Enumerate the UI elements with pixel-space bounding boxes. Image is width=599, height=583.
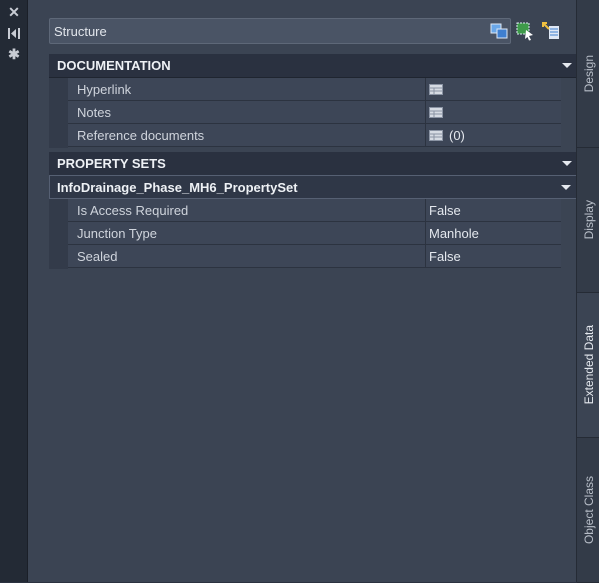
collapse-icon[interactable] <box>5 25 23 41</box>
property-name: Sealed <box>68 245 426 267</box>
row-indent <box>49 78 68 148</box>
palette-tabs: Design Display Extended Data Object Clas… <box>576 0 599 583</box>
gear-icon[interactable]: ✱ <box>5 46 23 62</box>
table-row[interactable]: Reference documents (0) <box>68 124 561 147</box>
tab-extended-data[interactable]: Extended Data <box>577 293 599 438</box>
property-name: Junction Type <box>68 222 426 244</box>
table-icon[interactable] <box>429 129 443 141</box>
property-value[interactable] <box>426 78 561 100</box>
property-value[interactable]: False <box>426 199 561 221</box>
property-set-name: InfoDrainage_Phase_MH6_PropertySet <box>57 179 298 195</box>
chevron-down-icon <box>562 63 572 68</box>
property-value[interactable]: (0) <box>426 124 561 146</box>
table-row[interactable]: Hyperlink <box>68 78 561 101</box>
section-title: DOCUMENTATION <box>57 58 171 73</box>
property-set-header[interactable]: InfoDrainage_Phase_MH6_PropertySet <box>49 175 581 199</box>
tab-label: Object Class <box>581 475 596 545</box>
table-row[interactable]: Sealed False <box>68 245 561 268</box>
select-objects-icon[interactable] <box>515 21 535 41</box>
chevron-down-icon <box>561 184 571 190</box>
documentation-section-header[interactable]: DOCUMENTATION <box>49 54 581 78</box>
property-value[interactable]: False <box>426 245 561 267</box>
palette-title-strip: ✕ ✱ <box>0 0 28 582</box>
property-value[interactable] <box>426 101 561 123</box>
property-name: Is Access Required <box>68 199 426 221</box>
quick-select-icon[interactable] <box>489 21 509 41</box>
tab-object-class[interactable]: Object Class <box>577 438 599 583</box>
chevron-down-icon <box>562 161 572 166</box>
tab-display[interactable]: Display <box>577 148 599 293</box>
property-value-text: (0) <box>449 127 465 143</box>
tab-design[interactable]: Design <box>577 0 599 148</box>
object-type-value: Structure <box>54 23 107 39</box>
property-name: Notes <box>68 101 426 123</box>
table-icon[interactable] <box>429 106 443 118</box>
pickadd-icon[interactable] <box>541 21 561 41</box>
table-row[interactable]: Is Access Required False <box>68 199 561 222</box>
table-icon[interactable] <box>429 83 443 95</box>
tab-label: Display <box>581 200 596 240</box>
table-row[interactable]: Notes <box>68 101 561 124</box>
property-name: Hyperlink <box>68 78 426 100</box>
section-title: PROPERTY SETS <box>57 156 166 171</box>
table-row[interactable]: Junction Type Manhole <box>68 222 561 245</box>
tab-label: Extended Data <box>581 325 596 405</box>
tab-label: Design <box>581 54 596 93</box>
close-icon[interactable]: ✕ <box>5 4 23 20</box>
property-sets-section-header[interactable]: PROPERTY SETS <box>49 152 581 176</box>
object-type-select[interactable]: Structure <box>49 18 511 44</box>
property-name: Reference documents <box>68 124 426 146</box>
property-value[interactable]: Manhole <box>426 222 561 244</box>
properties-panel: Structure DOCUMENTATION Hyperlink Notes … <box>28 0 581 582</box>
row-indent <box>49 199 68 269</box>
